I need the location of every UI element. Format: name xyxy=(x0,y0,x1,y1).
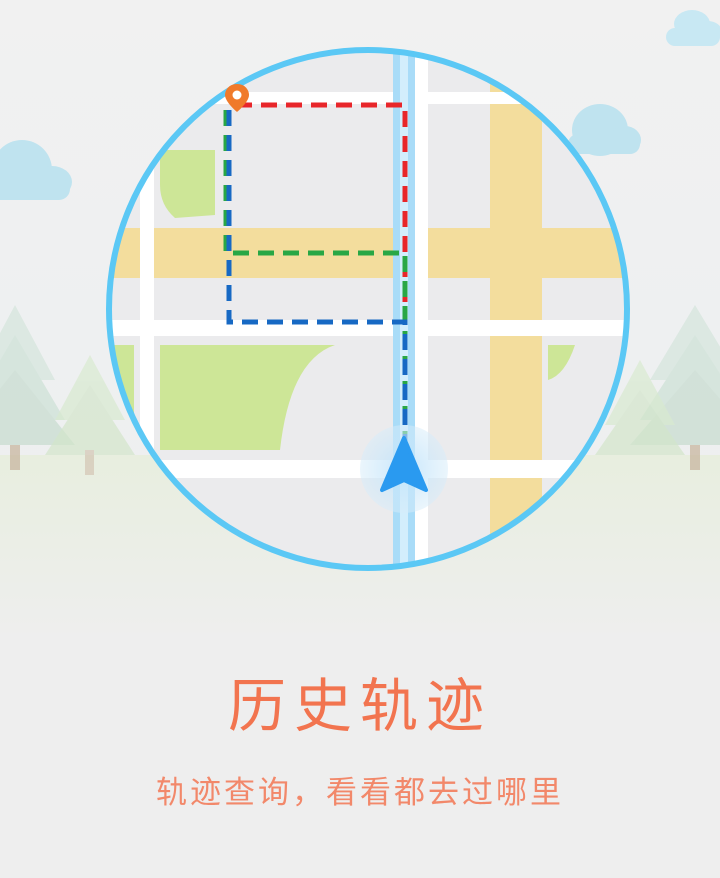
park-area xyxy=(160,150,215,218)
main-road xyxy=(490,51,542,567)
map-illustration xyxy=(0,0,720,640)
page-subtitle: 轨迹查询，看看都去过哪里 xyxy=(156,775,564,811)
page-title: 历史轨迹 xyxy=(227,672,492,740)
